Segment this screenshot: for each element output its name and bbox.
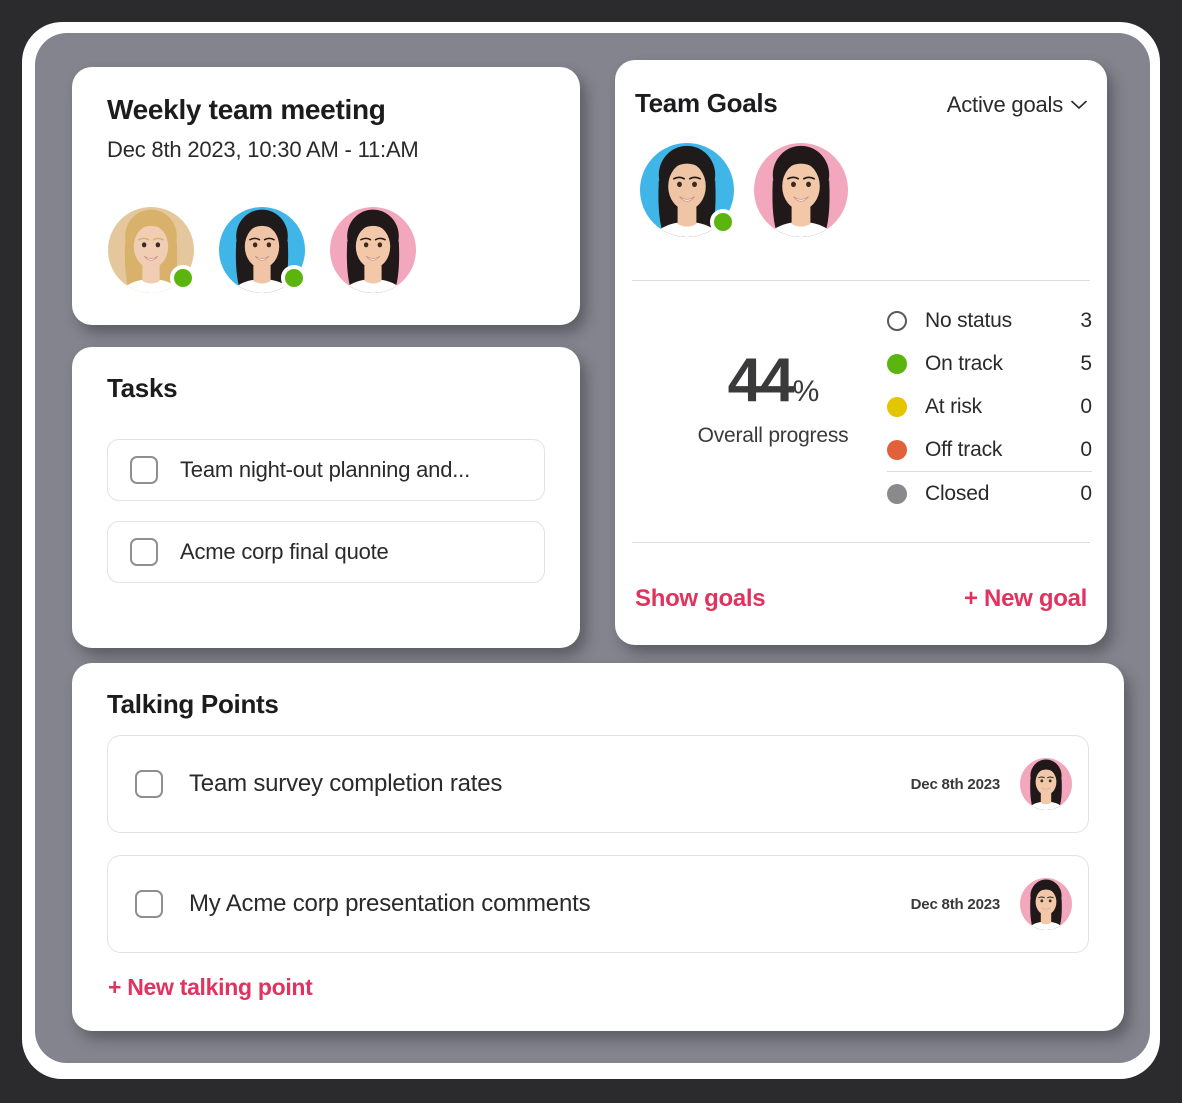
status-count: 5 [1080,351,1092,375]
status-count: 0 [1080,394,1092,418]
avatar-image [330,207,416,293]
goals-divider-bottom [632,542,1090,543]
avatar-dark-hair-woman[interactable] [1020,758,1072,810]
avatar-dark-hair-woman[interactable] [1020,878,1072,930]
task-label: Team night-out planning and... [180,457,470,482]
talking-point-label: Team survey completion rates [189,770,503,797]
progress-value: 44 [727,346,795,415]
progress-value-wrap: 44% [653,350,893,412]
talking-points-list: Team survey completion rates Dec 8th 2023… [107,735,1089,975]
status-color-dot [887,353,907,374]
avatar-blonde-woman[interactable] [108,207,196,293]
show-goals-link[interactable]: Show goals [635,585,766,613]
avatar-dark-hair-woman[interactable] [754,143,848,237]
status-label: No status [925,308,1012,332]
online-status-dot [710,209,736,235]
goals-divider-top [632,280,1090,281]
tasks-card: Tasks Team night-out planning and... Acme… [72,347,580,648]
status-color-dot [887,439,907,460]
talking-point-checkbox[interactable] [135,890,163,918]
status-label: At risk [925,394,982,418]
status-label: Closed [925,481,990,505]
status-count: 3 [1080,308,1092,332]
goal-status-row[interactable]: Closed 0 [887,472,1092,515]
task-checkbox[interactable] [130,538,158,566]
avatar-dark-hair-man[interactable] [640,143,736,237]
goal-status-row[interactable]: Off track 0 [887,428,1092,471]
chevron-down-icon [1071,100,1087,109]
talking-point-checkbox[interactable] [135,770,163,798]
talking-point-date: Dec 8th 2023 [910,895,1001,913]
online-status-dot [170,265,196,291]
status-label: Off track [925,437,1003,461]
task-row[interactable]: Acme corp final quote [107,521,545,583]
status-count: 0 [1080,481,1092,505]
goals-actions: Show goals + New goal [635,585,1087,613]
talking-point-row[interactable]: My Acme corp presentation comments Dec 8t… [107,855,1089,953]
overall-progress-block: 44% Overall progress [653,350,893,448]
goals-header: Team Goals Active goals [635,88,1087,119]
task-label: Acme corp final quote [180,539,389,564]
talking-point-row[interactable]: Team survey completion rates Dec 8th 2023 [107,735,1089,833]
goal-status-row[interactable]: On track 5 [887,342,1092,385]
goal-status-list: No status 3 On track 5 At risk 0 Off track 0 Clo… [887,299,1092,515]
goal-status-row[interactable]: No status 3 [887,299,1092,342]
goal-status-row[interactable]: At risk 0 [887,385,1092,428]
talking-point-label: My Acme corp presentation comments [189,890,591,917]
weekly-meeting-card: Weekly team meeting Dec 8th 2023, 10:30 … [72,67,580,325]
active-goals-label: Active goals [946,92,1063,117]
avatar-image [754,143,848,237]
meeting-datetime: Dec 8th 2023, 10:30 AM - 11:AM [107,137,419,162]
avatar-dark-hair-man[interactable] [219,207,307,293]
new-talking-point-button[interactable]: + New talking point [108,974,313,1001]
task-row[interactable]: Team night-out planning and... [107,439,545,501]
status-label: On track [925,351,1003,375]
new-goal-button[interactable]: + New goal [964,585,1087,613]
active-goals-dropdown[interactable]: Active goals [947,92,1087,118]
goal-owner-avatars [640,143,848,237]
task-checkbox[interactable] [130,456,158,484]
progress-percent-symbol: % [792,375,820,408]
avatar-dark-hair-woman[interactable] [330,207,416,293]
task-list: Team night-out planning and... Acme corp … [107,439,545,603]
status-count: 0 [1080,437,1092,461]
avatar-image [1020,878,1072,930]
talking-points-card: Talking Points Team survey completion ra… [72,663,1124,1031]
online-status-dot [281,265,307,291]
avatar-image [1020,758,1072,810]
status-color-dot [887,396,907,417]
talking-point-date: Dec 8th 2023 [910,775,1001,793]
tasks-heading: Tasks [107,373,178,403]
goals-title: Team Goals [635,88,778,118]
talking-points-heading: Talking Points [107,689,279,719]
meeting-attendee-avatars [108,207,416,293]
status-color-dot [887,310,907,331]
progress-label: Overall progress [697,424,849,447]
meeting-title: Weekly team meeting [107,94,386,125]
team-goals-card: Team Goals Active goals 44% Overall prog… [615,60,1107,645]
status-color-dot [887,483,907,504]
